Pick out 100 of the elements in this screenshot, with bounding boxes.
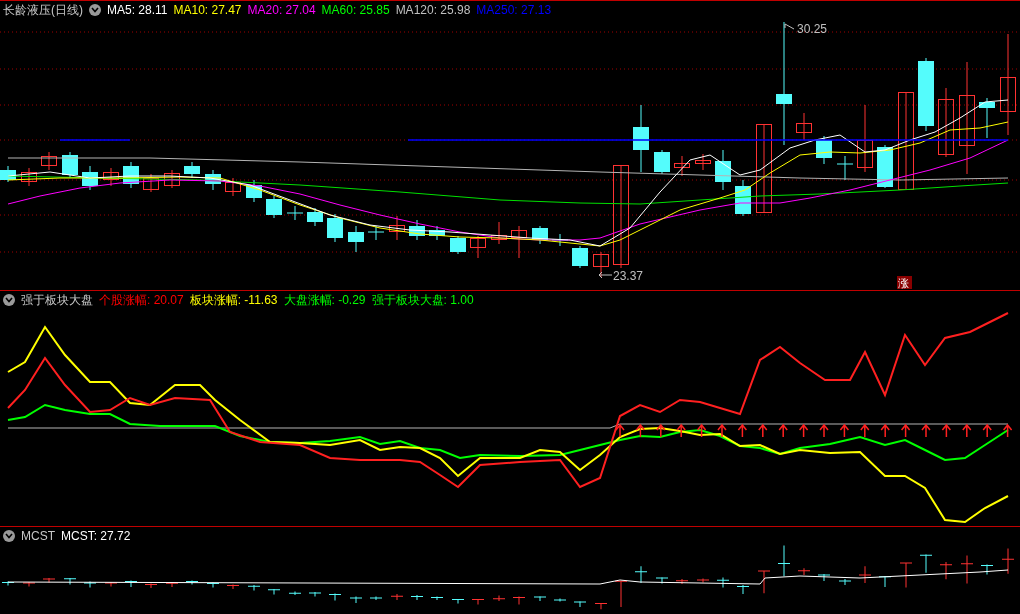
candlestick: [532, 225, 548, 245]
dropdown-icon[interactable]: [89, 4, 101, 16]
up-arrow-icon: [696, 423, 707, 438]
cost-bar: [533, 596, 547, 602]
up-arrow-icon: [635, 423, 646, 438]
candlestick: [327, 213, 343, 243]
candlestick: [938, 87, 954, 158]
cost-bar: [369, 596, 383, 601]
candlestick: [123, 161, 139, 189]
cost-bar: [22, 581, 36, 587]
candlestick: [266, 195, 282, 219]
candlestick: [41, 151, 57, 171]
dropdown-icon[interactable]: [3, 530, 15, 542]
cost-bar: [206, 582, 220, 588]
cost-bar: [512, 596, 526, 605]
candlestick: [511, 225, 527, 259]
candlestick: [695, 153, 711, 171]
dropdown-icon[interactable]: [3, 294, 15, 306]
cost-bar: [594, 602, 608, 610]
indicator-value: 强于板块大盘: 1.00: [371, 292, 474, 309]
up-arrow-icon: [819, 423, 829, 438]
cost-bar: [42, 577, 56, 583]
candlestick: [389, 215, 405, 241]
cost-bar: [757, 570, 771, 594]
candlestick: [572, 245, 588, 269]
indicator-value: 大盘涨幅: -0.29: [283, 292, 366, 309]
indicator-value: MA120: 25.98: [395, 2, 471, 19]
cost-bar: [471, 598, 485, 605]
indicator-value: 板块涨幅: -11.63: [189, 292, 278, 309]
candlestick: [367, 225, 385, 241]
candlestick: [0, 165, 16, 183]
cost-bar: [144, 583, 158, 589]
cost-bar: [980, 564, 994, 575]
up-arrow-icon: [798, 423, 809, 438]
cost-bar: [858, 565, 872, 584]
cost-bar: [165, 582, 179, 588]
candlestick: [164, 169, 180, 189]
cost-bar: [185, 580, 199, 585]
cost-bar: [349, 596, 363, 604]
candlestick: [82, 165, 98, 191]
candlestick: [816, 135, 832, 165]
cost-bar: [1001, 548, 1015, 575]
candlestick: [491, 221, 507, 245]
candlestick: [796, 112, 812, 141]
up-arrow-icon: [737, 423, 748, 438]
candlestick: [103, 167, 119, 187]
cost-bar: [390, 593, 404, 601]
panel-title: 长龄液压(日线): [3, 2, 83, 19]
cost-bar: [267, 588, 281, 595]
cost-bar: [736, 584, 750, 595]
cost-bar: [899, 562, 913, 588]
cost-bar: [817, 573, 831, 582]
cost-bar: [247, 584, 261, 591]
cost-bar: [696, 578, 710, 583]
indicator-value: MCST: 27.72: [61, 528, 131, 545]
indicator-value: MA5: 28.11: [107, 2, 168, 19]
panel-title: MCST: [21, 528, 55, 545]
up-arrow-icon: [615, 423, 625, 438]
up-arrow-icon: [982, 423, 992, 438]
cost-bar: [573, 601, 587, 608]
up-arrow-icon: [656, 423, 666, 438]
indicator-value: MA250: 27.13: [476, 2, 552, 19]
indicator-value: 个股涨幅: 20.07: [99, 292, 184, 309]
candlestick: [470, 235, 486, 259]
candlestick: [307, 207, 323, 227]
indicator-value: MA10: 27.47: [173, 2, 242, 19]
cost-bar: [308, 591, 322, 597]
indicator-value: MA60: 25.85: [321, 2, 390, 19]
cost-bar: [614, 580, 628, 608]
candlestick: [21, 167, 37, 187]
cost-bar: [675, 578, 689, 585]
rise-badge: 涨: [897, 276, 912, 289]
cost-bar: [124, 580, 138, 588]
candlestick: [409, 219, 425, 241]
cost-bar: [328, 593, 342, 601]
candlestick: [593, 251, 609, 278]
up-arrow-icon: [860, 423, 870, 438]
candlestick: [836, 155, 854, 181]
candlestick: [450, 235, 466, 255]
up-arrow-icon: [962, 423, 972, 438]
up-arrow-icon: [880, 423, 890, 438]
cost-bar: [288, 591, 302, 596]
candlestick: [143, 173, 159, 193]
cost-bar: [492, 595, 506, 602]
panel-title: 强于板块大盘: [21, 292, 93, 309]
cost-bar: [410, 594, 424, 601]
cost-bar: [553, 598, 567, 602]
candlestick: [674, 155, 690, 177]
cost-bar: [451, 598, 465, 604]
candlestick: [286, 205, 304, 221]
cost-bar: [226, 584, 240, 590]
cost-bar: [939, 561, 953, 580]
candlestick: [246, 179, 262, 203]
cost-bar: [655, 577, 669, 584]
candlestick: [429, 225, 445, 241]
up-arrow-icon: [717, 423, 727, 438]
up-arrow-icon: [900, 423, 911, 438]
cost-bar: [716, 577, 730, 588]
cost-bar: [919, 554, 933, 574]
candlestick: [205, 169, 221, 191]
